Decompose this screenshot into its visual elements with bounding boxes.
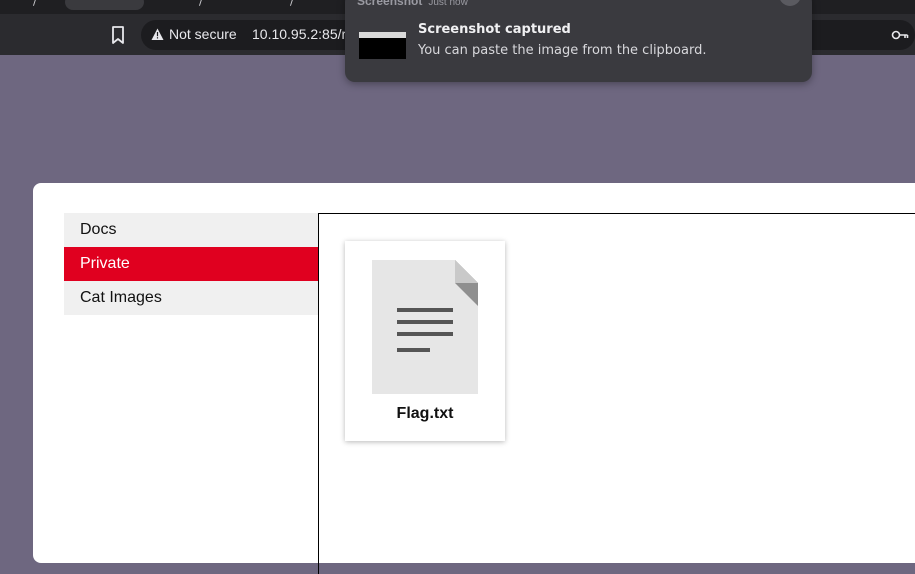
file-item[interactable]: Flag.txt	[345, 241, 505, 441]
warning-icon[interactable]	[151, 28, 164, 41]
screenshot-notification[interactable]: Screenshot Just now × Screenshot captured…	[345, 0, 812, 82]
security-status[interactable]: Not secure	[169, 26, 237, 42]
screenshot-thumbnail	[359, 32, 406, 59]
tab-glyph: /	[290, 0, 294, 8]
notification-body: You can paste the image from the clipboa…	[418, 43, 707, 58]
file-browser-card: Docs Private Cat Images Flag.txt	[33, 183, 915, 574]
file-name: Flag.txt	[396, 405, 454, 422]
sidebar-item-private[interactable]: Private	[64, 247, 318, 281]
notification-header: Screenshot Just now	[357, 0, 468, 8]
close-icon[interactable]: ×	[779, 0, 801, 6]
sidebar-item-docs[interactable]: Docs	[64, 213, 318, 247]
active-tab[interactable]	[65, 0, 144, 10]
sidebar-item-cat-images[interactable]: Cat Images	[64, 281, 318, 315]
url-text[interactable]: 10.10.95.2:85/r	[252, 26, 346, 42]
notification-title: Screenshot captured	[418, 22, 571, 37]
notification-time: Just now	[428, 0, 468, 8]
text-file-icon	[372, 260, 478, 394]
folder-sidebar: Docs Private Cat Images	[64, 213, 318, 315]
file-panel: Flag.txt	[318, 213, 915, 574]
key-icon[interactable]	[891, 28, 909, 42]
bookmark-icon[interactable]	[108, 25, 128, 45]
tab-glyph: /	[199, 0, 203, 8]
notification-app-name: Screenshot	[357, 0, 423, 8]
tab-glyph: /	[33, 0, 37, 8]
